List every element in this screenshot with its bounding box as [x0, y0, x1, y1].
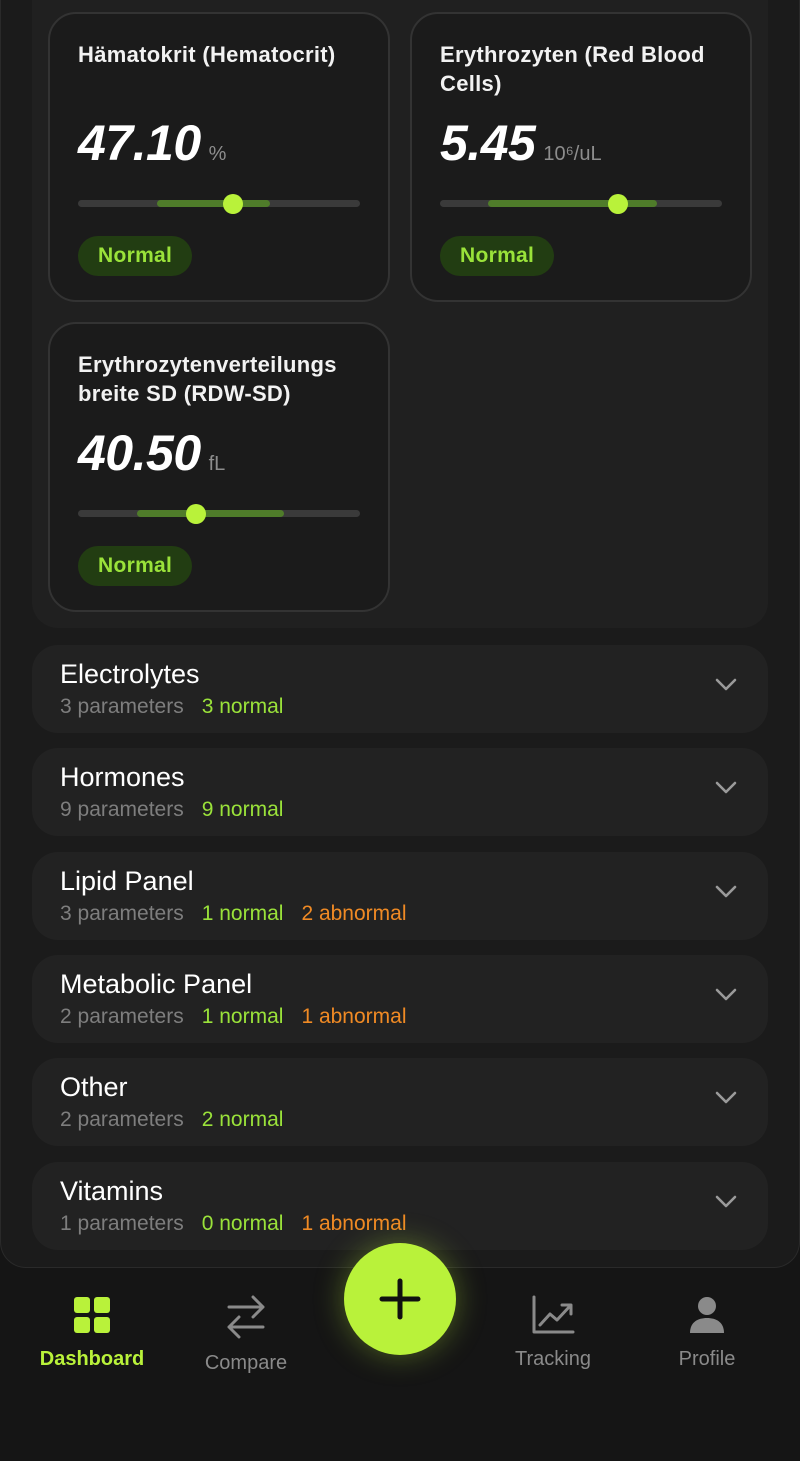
category-hormones[interactable]: Hormones 9 parameters 9 normal [32, 748, 768, 836]
chevron-down-icon[interactable] [714, 884, 738, 900]
nav-label: Compare [204, 1352, 288, 1374]
category-title: Metabolic Panel [60, 969, 253, 999]
parameter-name: Erythrozyten (Red Blood Cells) [440, 42, 705, 96]
parameter-value: 5.45 [440, 115, 536, 171]
parameter-card-rdw-sd[interactable]: Erythrozytenverteilungs breite SD (RDW-S… [48, 322, 390, 612]
category-summary: 3 parameters 3 normal [60, 695, 319, 719]
plus-icon [379, 1278, 421, 1320]
normal-count: 9 normal [201, 798, 284, 821]
range-bar [440, 194, 722, 214]
category-electrolytes[interactable]: Electrolytes 3 parameters 3 normal [32, 645, 768, 733]
person-icon [632, 1292, 782, 1338]
category-metabolic-panel[interactable]: Metabolic Panel 2 parameters 1 normal 1 ab… [32, 955, 768, 1043]
nav-label: Dashboard [39, 1348, 145, 1370]
normal-count: 3 normal [201, 695, 284, 718]
parameter-unit: % [208, 143, 227, 165]
parameter-count: 9 parameters [60, 798, 184, 821]
parameter-unit: fL [208, 453, 226, 475]
value-marker [223, 194, 244, 214]
category-title: Vitamins [60, 1176, 164, 1206]
nav-dashboard[interactable]: Dashboard [17, 1292, 167, 1371]
chevron-down-icon[interactable] [714, 987, 738, 1003]
category-summary: 3 parameters 1 normal 2 abnormal [60, 902, 425, 926]
abnormal-count: 2 abnormal [301, 902, 407, 925]
parameter-count: 2 parameters [60, 1005, 184, 1028]
normal-count: 2 normal [201, 1108, 284, 1131]
status-badge: Normal [78, 546, 193, 586]
chevron-down-icon[interactable] [714, 1090, 738, 1106]
parameter-count: 3 parameters [60, 902, 184, 925]
abnormal-count: 1 abnormal [301, 1005, 407, 1028]
nav-compare[interactable]: Compare [171, 1290, 321, 1375]
add-button[interactable] [344, 1243, 456, 1355]
category-title: Hormones [60, 762, 185, 792]
parameter-unit: 10⁶/uL [543, 143, 602, 165]
normal-range [156, 200, 270, 207]
trend-chart-icon [478, 1292, 628, 1338]
bottom-navigation: Dashboard Compare Tracking Profile [0, 1243, 800, 1461]
chevron-down-icon[interactable] [714, 780, 738, 796]
category-other[interactable]: Other 2 parameters 2 normal [32, 1058, 768, 1146]
parameter-count: 1 parameters [60, 1212, 184, 1235]
normal-count: 1 normal [201, 902, 284, 925]
parameter-name: Erythrozytenverteilungs breite SD (RDW-S… [78, 352, 337, 406]
category-summary: 2 parameters 1 normal 1 abnormal [60, 1005, 425, 1029]
category-title: Other [60, 1072, 128, 1102]
category-summary: 2 parameters 2 normal [60, 1108, 319, 1132]
status-badge: Normal [78, 236, 193, 276]
normal-range [137, 510, 284, 517]
normal-count: 1 normal [201, 1005, 284, 1028]
chevron-down-icon[interactable] [714, 1194, 738, 1210]
normal-count: 0 normal [201, 1212, 284, 1235]
chevron-down-icon[interactable] [714, 677, 738, 693]
category-vitamins[interactable]: Vitamins 1 parameters 0 normal 1 abnormal [32, 1162, 768, 1250]
abnormal-count: 1 abnormal [301, 1212, 407, 1235]
value-marker [607, 194, 628, 214]
swap-arrows-icon [171, 1290, 321, 1342]
range-bar [78, 504, 360, 524]
parameter-count: 3 parameters [60, 695, 184, 718]
nav-label: Tracking [515, 1348, 591, 1370]
range-bar [78, 194, 360, 214]
category-lipid-panel[interactable]: Lipid Panel 3 parameters 1 normal 2 abnorm… [32, 852, 768, 940]
nav-label: Profile [678, 1348, 736, 1370]
nav-profile[interactable]: Profile [632, 1292, 782, 1371]
parameter-name: Hämatokrit (Hematocrit) [78, 42, 336, 67]
parameter-count: 2 parameters [60, 1108, 184, 1131]
normal-range [487, 200, 658, 207]
value-marker [186, 504, 207, 524]
status-badge: Normal [440, 236, 555, 276]
parameter-card-red-blood-cells[interactable]: Erythrozyten (Red Blood Cells) 5.45 10⁶/… [410, 12, 752, 302]
nav-tracking[interactable]: Tracking [478, 1292, 628, 1371]
category-title: Electrolytes [60, 659, 200, 689]
category-title: Lipid Panel [60, 866, 194, 896]
parameter-value: 40.50 [78, 425, 201, 481]
grid-icon [17, 1292, 167, 1338]
parameter-value: 47.10 [78, 115, 201, 171]
category-summary: 9 parameters 9 normal [60, 798, 319, 822]
parameter-card-hematocrit[interactable]: Hämatokrit (Hematocrit) 47.10 % Normal [48, 12, 390, 302]
category-summary: 1 parameters 0 normal 1 abnormal [60, 1212, 425, 1236]
